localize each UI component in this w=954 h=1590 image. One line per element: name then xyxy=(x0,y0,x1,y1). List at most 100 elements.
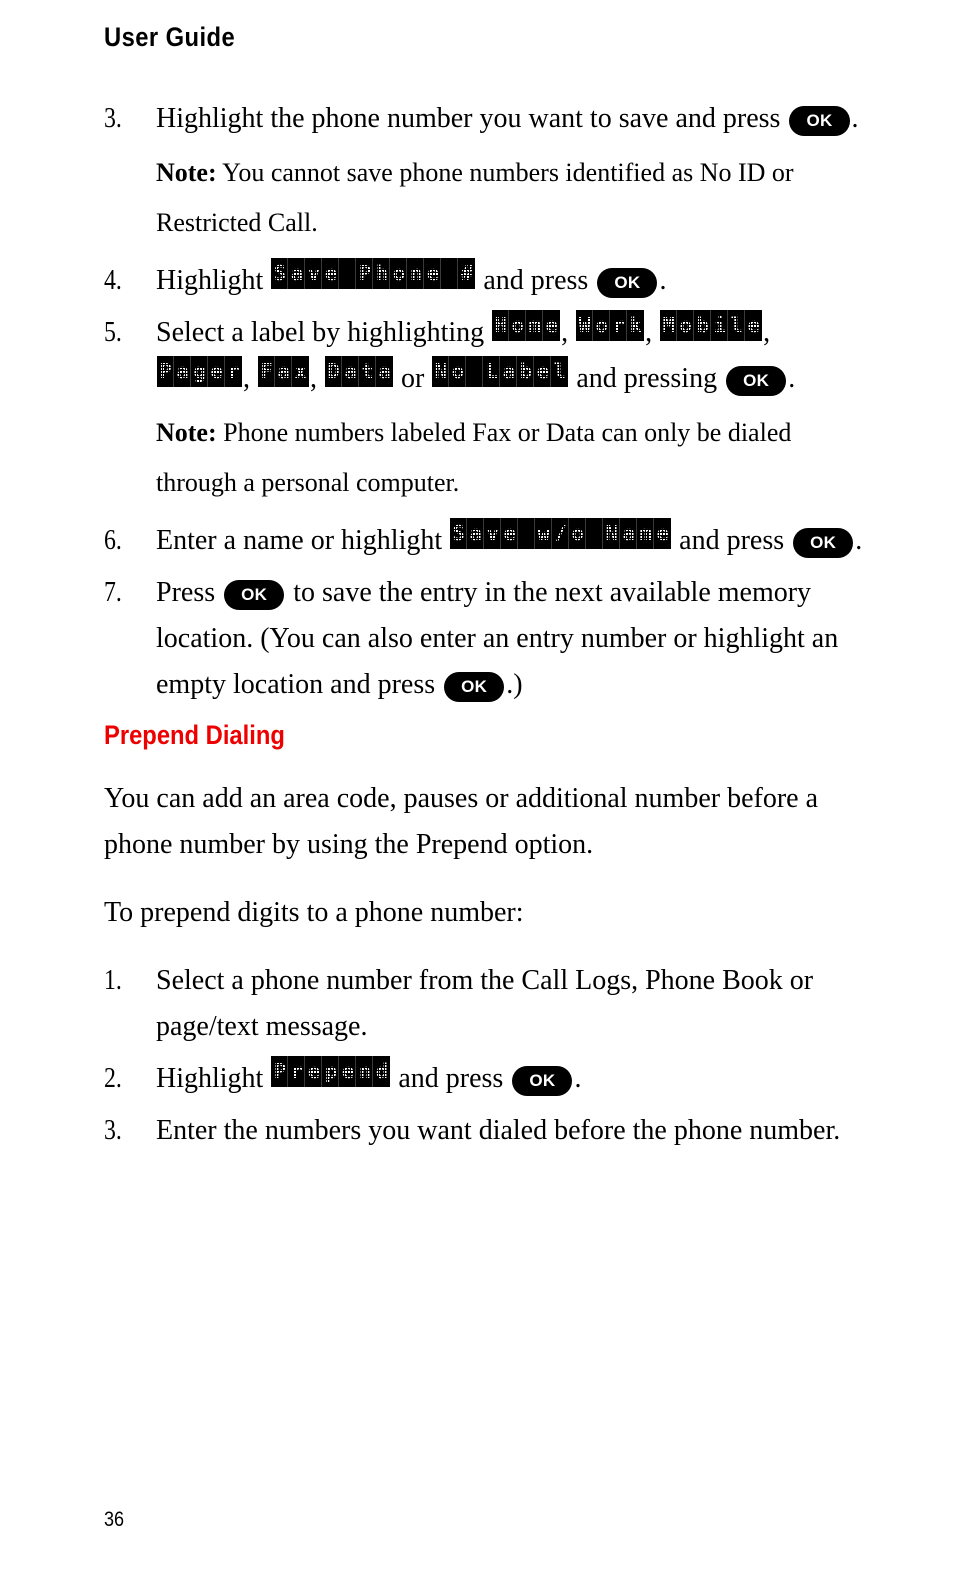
lcd-char-cell: a xyxy=(620,518,638,549)
lcd-char-cell: N xyxy=(603,518,621,549)
lcd-char-glyph: H xyxy=(494,313,507,337)
step-number: 4. xyxy=(104,265,122,296)
step-body: Press OK to save the entry in the next a… xyxy=(156,570,864,708)
body-text-run: . xyxy=(855,525,863,556)
lcd-char-cell: e xyxy=(339,1056,357,1087)
lcd-menu-label: Save w / o Name xyxy=(450,518,672,549)
body-text-run: , xyxy=(763,317,771,348)
ok-key-glyph: OK xyxy=(793,527,854,558)
lcd-char-glyph: i xyxy=(713,313,726,337)
lcd-char-cell: m xyxy=(637,518,655,549)
step-body: Highlight Save Phone # and press OK. xyxy=(156,258,864,304)
lcd-char-cell: # xyxy=(458,258,475,289)
lcd-char-cell xyxy=(586,518,604,549)
lcd-menu-label: No Label xyxy=(432,356,569,387)
lcd-char-cell: o xyxy=(390,258,408,289)
lcd-menu-label: Home xyxy=(492,310,561,341)
lcd-char-cell: t xyxy=(359,356,376,387)
lcd-char-cell: o xyxy=(569,518,587,549)
ok-key-glyph: OK xyxy=(789,105,850,136)
body-text-run: Highlight the phone number you want to s… xyxy=(156,103,788,134)
step-body: Select a phone number from the Call Logs… xyxy=(156,958,864,1050)
lcd-char-cell: e xyxy=(534,356,552,387)
lcd-char-glyph: e xyxy=(503,521,516,545)
lcd-char-cell: P xyxy=(271,1056,289,1087)
lcd-char-glyph: e xyxy=(341,1059,354,1083)
lcd-char-glyph: a xyxy=(622,521,635,545)
lcd-char-cell: v xyxy=(305,258,323,289)
lcd-char-cell: a xyxy=(500,356,518,387)
step-number: 3. xyxy=(104,1115,122,1146)
lcd-char-cell: o xyxy=(593,310,611,341)
step-body: Enter a name or highlight Save w / o Name … xyxy=(156,518,864,564)
numbered-step: 2. Highlight Prepend and press OK. xyxy=(104,1056,864,1102)
lcd-menu-label: Save Phone # xyxy=(271,258,476,289)
page-number-folio: 36 xyxy=(104,1508,125,1531)
body-text-run: , xyxy=(310,363,324,394)
lcd-char-glyph: e xyxy=(656,521,669,545)
lcd-char-glyph: o xyxy=(511,313,524,337)
lcd-char-cell: e xyxy=(543,310,560,341)
lcd-char-cell: o xyxy=(509,310,527,341)
body-text-run: Select a label by highlighting xyxy=(156,317,492,348)
lcd-menu-label: Data xyxy=(325,356,393,387)
lcd-char-glyph: S xyxy=(452,521,465,545)
body-paragraph: You can add an area code, pauses or addi… xyxy=(104,776,864,868)
lcd-char-cell: h xyxy=(373,258,391,289)
body-text-run: Highlight xyxy=(156,1063,271,1094)
numbered-step: 6. Enter a name or highlight Save w / o Nam… xyxy=(104,518,864,564)
lcd-char-glyph: k xyxy=(629,313,642,337)
lcd-char-glyph: b xyxy=(519,359,532,383)
lcd-char-glyph: o xyxy=(392,261,405,285)
lcd-char-glyph: e xyxy=(426,261,439,285)
body-text-run: Press xyxy=(156,577,223,608)
lcd-char-glyph: o xyxy=(571,521,584,545)
lcd-char-cell: p xyxy=(322,1056,340,1087)
lcd-char-cell: l xyxy=(728,310,746,341)
lcd-char-cell: a xyxy=(174,356,191,387)
lcd-char-glyph: o xyxy=(451,359,464,383)
lcd-char-glyph: a xyxy=(378,359,391,383)
lcd-char-glyph: a xyxy=(469,521,482,545)
lcd-char-cell: d xyxy=(373,1056,390,1087)
lcd-char-cell: v xyxy=(484,518,502,549)
lcd-char-glyph: e xyxy=(324,261,337,285)
body-text-run: . xyxy=(851,103,859,134)
lcd-char-glyph: r xyxy=(227,359,240,383)
lcd-char-cell: r xyxy=(288,1056,306,1087)
lcd-char-cell: a xyxy=(275,356,292,387)
lcd-char-glyph: x xyxy=(294,359,307,383)
lcd-char-cell xyxy=(466,356,484,387)
lcd-menu-label: Pager xyxy=(157,356,242,387)
lcd-char-glyph: b xyxy=(696,313,709,337)
note-text: Phone numbers labeled Fax or Data can on… xyxy=(156,418,792,497)
lcd-char-glyph: o xyxy=(595,313,608,337)
lcd-char-glyph: P xyxy=(273,1059,286,1083)
lcd-char-cell: l xyxy=(551,356,568,387)
lcd-char-cell: / xyxy=(552,518,570,549)
note-label: Note: xyxy=(156,418,217,447)
step-number: 1. xyxy=(104,965,122,996)
lcd-char-glyph: D xyxy=(327,359,340,383)
lcd-char-cell: P xyxy=(356,258,374,289)
body-text-run: and pressing xyxy=(569,363,725,394)
numbered-step: 3. Highlight the phone number you want to… xyxy=(104,96,864,142)
lcd-char-glyph: e xyxy=(536,359,549,383)
lcd-char-cell: S xyxy=(450,518,468,549)
lcd-char-cell: N xyxy=(432,356,450,387)
lcd-char-glyph: h xyxy=(375,261,388,285)
lcd-menu-label: Fax xyxy=(258,356,309,387)
lcd-char-cell: e xyxy=(654,518,671,549)
ok-key-glyph: OK xyxy=(444,671,505,702)
lcd-menu-label: Mobile xyxy=(660,310,763,341)
body-text-run: Enter a name or highlight xyxy=(156,525,450,556)
numbered-step: 4. Highlight Save Phone # and press OK. xyxy=(104,258,864,304)
step-body: Highlight Prepend and press OK. xyxy=(156,1056,864,1102)
lcd-char-cell: e xyxy=(745,310,762,341)
lcd-char-glyph: a xyxy=(277,359,290,383)
step-number: 2. xyxy=(104,1063,122,1094)
body-text-run: Enter the numbers you want dialed before… xyxy=(156,1115,841,1146)
lcd-char-cell: e xyxy=(501,518,519,549)
lcd-char-glyph: a xyxy=(176,359,189,383)
lcd-char-cell: e xyxy=(424,258,442,289)
